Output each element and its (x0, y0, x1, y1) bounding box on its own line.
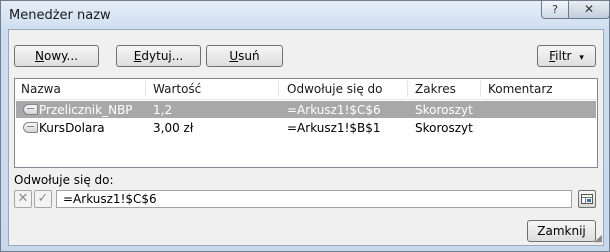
named-range-icon (23, 104, 38, 115)
list-header: Nazwa Wartość Odwołuje się do Zakres Kom… (15, 79, 597, 100)
edit-label-rest: dytuj... (141, 49, 184, 63)
edit-button[interactable]: Edytuj... (116, 45, 201, 67)
row-name: KursDolara (39, 121, 105, 135)
row-name: Przelicznik_NBP (39, 103, 133, 117)
cancel-icon: ✕ (17, 191, 29, 206)
column-header-refers[interactable]: Odwołuje się do (287, 82, 383, 96)
delete-label-rest: suń (238, 49, 260, 63)
confirm-edit-button[interactable]: ✓ (34, 190, 52, 208)
column-header-value[interactable]: Wartość (153, 82, 201, 96)
column-divider[interactable] (278, 81, 279, 97)
range-select-icon (581, 194, 593, 204)
checkmark-icon: ✓ (37, 191, 49, 206)
cancel-edit-button[interactable]: ✕ (14, 190, 32, 208)
column-divider[interactable] (480, 81, 481, 97)
row-refers: =Arkusz1!$B$1 (287, 121, 381, 135)
close-window-button[interactable]: ✕ (568, 1, 610, 19)
filter-button[interactable]: Filtr ▾ (537, 45, 596, 67)
resize-grip-icon[interactable]: ◢ (594, 234, 602, 244)
close-icon: ✕ (583, 2, 595, 16)
refers-to-input[interactable]: =Arkusz1!$C$6 (56, 190, 572, 208)
dialog-body: Nowy... Edytuj... Usuń Filtr ▾ Nazwa War… (8, 29, 604, 246)
list-item[interactable]: Przelicznik_NBP 1,2 =Arkusz1!$C$6 Skoros… (16, 101, 596, 118)
title-bar[interactable]: Menedżer nazw ? ✕ (1, 1, 610, 29)
names-list[interactable]: Nazwa Wartość Odwołuje się do Zakres Kom… (14, 78, 598, 168)
help-button[interactable]: ? (541, 1, 569, 19)
column-divider[interactable] (407, 81, 408, 97)
row-value: 3,00 zł (153, 121, 194, 135)
dialog-title: Menedżer nazw (9, 8, 111, 23)
column-header-comment[interactable]: Komentarz (488, 82, 553, 96)
column-header-scope[interactable]: Zakres (415, 82, 456, 96)
name-manager-dialog: Menedżer nazw ? ✕ Nowy... Edytuj... Usuń… (0, 0, 610, 252)
close-button[interactable]: Zamknij (527, 220, 596, 242)
row-refers: =Arkusz1!$C$6 (287, 103, 381, 117)
row-value: 1,2 (153, 103, 173, 117)
row-scope: Skoroszyt (415, 103, 473, 117)
chevron-down-icon: ▾ (579, 53, 584, 63)
row-scope: Skoroszyt (415, 121, 473, 135)
new-button[interactable]: Nowy... (14, 45, 99, 67)
refers-to-label: Odwołuje się do: (14, 173, 114, 187)
named-range-icon (23, 122, 38, 133)
new-label-rest: owy... (43, 49, 78, 63)
column-header-name[interactable]: Nazwa (21, 82, 61, 96)
help-icon: ? (552, 3, 558, 16)
delete-mnemonic: U (229, 49, 239, 63)
column-divider[interactable] (145, 81, 146, 97)
list-item[interactable]: KursDolara 3,00 zł =Arkusz1!$B$1 Skorosz… (16, 119, 596, 136)
delete-button[interactable]: Usuń (206, 45, 283, 67)
filter-label-rest: iltr (555, 49, 572, 63)
collapse-dialog-button[interactable] (578, 190, 596, 208)
new-mnemonic: N (35, 49, 44, 63)
